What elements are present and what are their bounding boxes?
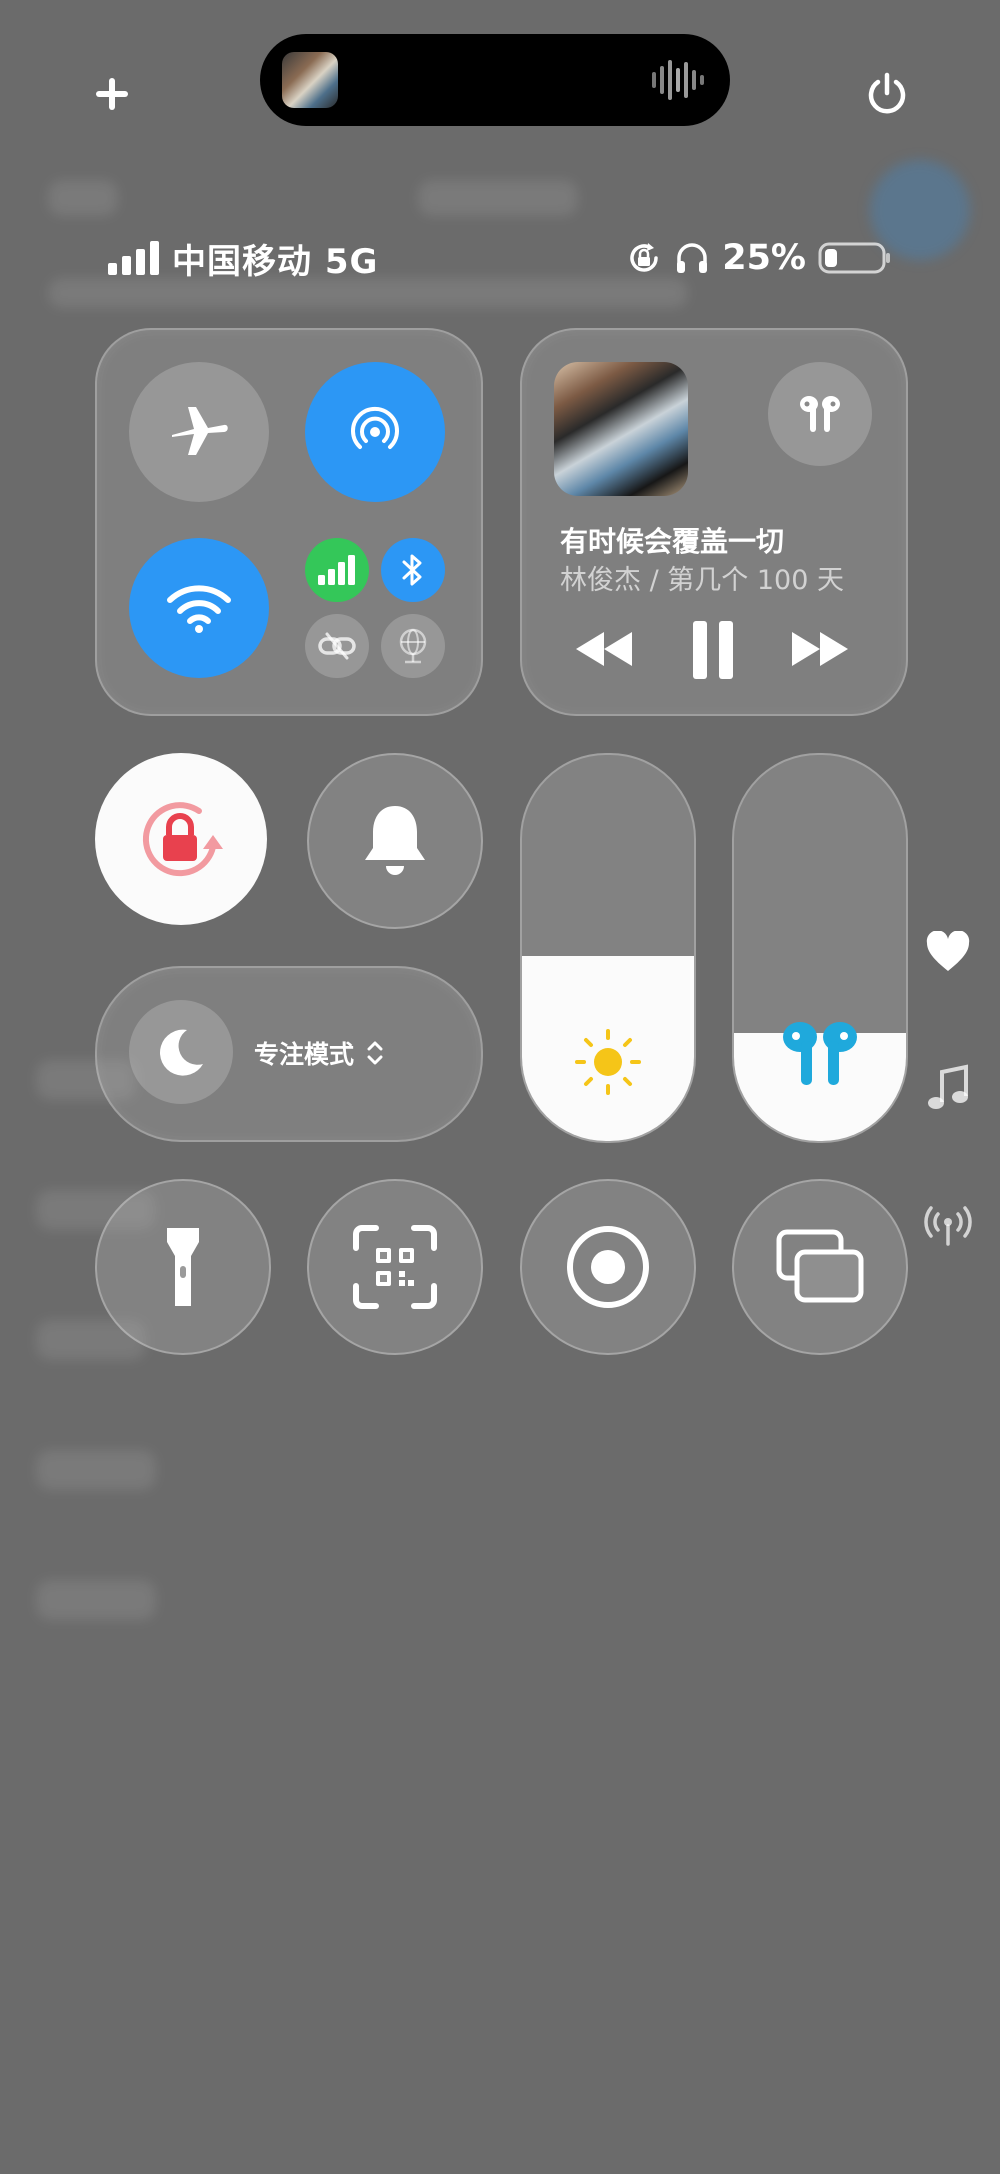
screen-mirroring-icon xyxy=(776,1229,864,1303)
focus-mode-label: 专注模式 xyxy=(254,1040,355,1069)
airplane-icon xyxy=(172,407,228,455)
music-shortcut[interactable] xyxy=(918,1058,978,1118)
favorite-shortcut[interactable] xyxy=(918,922,978,982)
bg-ghost xyxy=(36,1450,156,1490)
track-title: 有时候会覆盖一切 xyxy=(560,525,785,558)
brightness-icon-wrap xyxy=(522,1027,694,1097)
power-icon xyxy=(868,72,906,114)
status-bar: 中国移动 5G 25% xyxy=(108,235,892,282)
volume-icon-wrap xyxy=(734,1019,906,1089)
vpn-button[interactable] xyxy=(381,614,445,678)
headphones-icon xyxy=(677,243,708,273)
signal-icon xyxy=(108,241,159,275)
rotation-lock-button[interactable] xyxy=(95,753,267,925)
next-track-button[interactable] xyxy=(788,622,852,676)
focus-icon-badge xyxy=(129,1000,233,1104)
add-control-button[interactable] xyxy=(80,62,144,126)
airdrop-button[interactable] xyxy=(305,362,445,502)
bg-ghost xyxy=(48,278,688,308)
bg-ghost xyxy=(418,180,578,216)
power-button[interactable] xyxy=(855,62,919,126)
album-art xyxy=(554,362,688,496)
heart-icon xyxy=(926,931,970,971)
volume-slider[interactable] xyxy=(732,753,908,1143)
hotspot-button[interactable] xyxy=(305,614,369,678)
screen-mirroring-button[interactable] xyxy=(732,1179,908,1355)
bg-ghost xyxy=(48,180,118,216)
rotation-lock-small-icon xyxy=(630,243,658,272)
code-scanner-button[interactable] xyxy=(307,1179,483,1355)
qr-code-scanner-icon xyxy=(353,1225,437,1309)
rewind-icon xyxy=(576,632,632,666)
airplane-mode-button[interactable] xyxy=(129,362,269,502)
brightness-slider[interactable] xyxy=(520,753,696,1143)
album-art xyxy=(282,52,338,108)
bluetooth-icon xyxy=(402,554,422,586)
music-note-icon xyxy=(928,1064,968,1109)
battery-icon xyxy=(818,242,890,274)
airdrop-icon xyxy=(351,406,399,449)
dynamic-island[interactable] xyxy=(260,34,730,126)
focus-mode-label-group: 专注模式 xyxy=(254,1035,384,1071)
wifi-button[interactable] xyxy=(129,538,269,678)
screen-recording-button[interactable] xyxy=(520,1179,696,1355)
audio-wave-icon xyxy=(652,60,704,100)
fast-forward-icon xyxy=(792,632,848,666)
carrier-label: 中国移动 5G xyxy=(172,241,379,282)
previous-track-button[interactable] xyxy=(572,622,636,676)
flashlight-icon xyxy=(167,1228,199,1306)
moon-icon xyxy=(159,1029,203,1076)
chevron-up-down-icon xyxy=(367,1041,383,1065)
link-icon xyxy=(318,632,356,660)
airpods-icon xyxy=(800,396,840,432)
flashlight-button[interactable] xyxy=(95,1179,271,1355)
pause-button[interactable] xyxy=(685,618,741,682)
cellular-bars-icon xyxy=(318,555,355,585)
bg-ghost xyxy=(36,1580,156,1620)
bluetooth-button[interactable] xyxy=(381,538,445,602)
cellular-data-button[interactable] xyxy=(305,538,369,602)
globe-icon xyxy=(399,628,427,664)
battery-percent: 25% xyxy=(722,238,806,278)
plus-icon xyxy=(96,78,128,110)
track-artist-album: 林俊杰 / 第几个 100 天 xyxy=(560,565,844,596)
audio-output-button[interactable] xyxy=(768,362,872,466)
airpods-icon xyxy=(783,1022,857,1085)
wifi-icon xyxy=(167,585,231,633)
sun-icon xyxy=(575,1029,641,1095)
antenna-icon xyxy=(924,1206,972,1246)
connectivity-shortcut[interactable] xyxy=(918,1194,978,1254)
record-icon xyxy=(567,1226,649,1308)
rotation-lock-icon xyxy=(142,802,223,877)
pause-icon xyxy=(693,621,733,679)
silent-mode-button[interactable] xyxy=(307,753,483,929)
bell-icon xyxy=(365,806,425,875)
